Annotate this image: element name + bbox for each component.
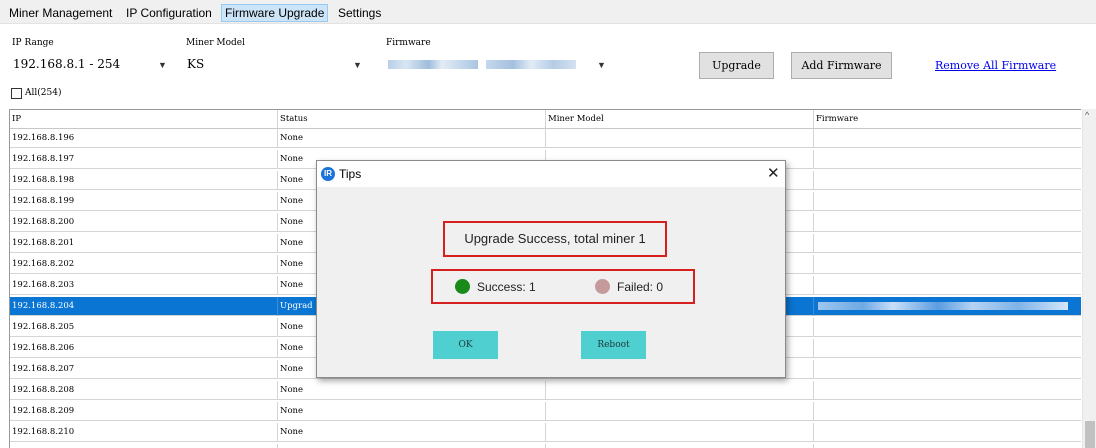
cell-ip: 192.168.8.202 <box>10 255 278 274</box>
close-icon[interactable]: ✕ <box>767 164 780 182</box>
app-icon: IR <box>321 167 335 181</box>
select-all-label: All(254) <box>25 88 62 98</box>
vertical-scrollbar[interactable]: ^ <box>1082 109 1096 448</box>
upgrade-message: Upgrade Success, total miner 1 <box>464 231 646 246</box>
chevron-down-icon: ▼ <box>158 60 167 70</box>
cell-firmware <box>814 255 1081 274</box>
table-row[interactable]: 192.168.8.210 None <box>10 423 1081 442</box>
cell-status: None <box>278 444 546 448</box>
dialog-title: Tips <box>339 167 362 181</box>
cell-status: None <box>278 129 546 148</box>
cell-ip: 192.168.8.199 <box>10 192 278 211</box>
ip-range-label: IP Range <box>12 38 54 48</box>
success-dot-icon <box>455 279 470 294</box>
cell-firmware <box>814 402 1081 421</box>
scroll-up-arrow-icon[interactable]: ^ <box>1085 110 1089 120</box>
ip-range-value: 192.168.8.1 - 254 <box>13 57 121 71</box>
cell-firmware <box>814 276 1081 295</box>
cell-firmware <box>814 171 1081 190</box>
scroll-thumb[interactable] <box>1085 421 1095 448</box>
cell-ip: 192.168.8.205 <box>10 318 278 337</box>
cell-firmware <box>814 444 1081 448</box>
select-all-checkbox[interactable] <box>11 88 22 99</box>
tab-ip-configuration[interactable]: IP Configuration <box>123 4 215 22</box>
chevron-down-icon: ▼ <box>597 60 606 70</box>
cell-firmware <box>814 213 1081 232</box>
cell-ip: 192.168.8.206 <box>10 339 278 358</box>
cell-status: None <box>278 402 546 421</box>
cell-firmware <box>814 360 1081 379</box>
reboot-button[interactable]: Reboot <box>581 331 646 359</box>
tips-dialog: IR Tips ✕ Upgrade Success, total miner 1… <box>316 160 786 378</box>
cell-ip: 192.168.8.201 <box>10 234 278 253</box>
cell-ip: 192.168.8.211 <box>10 444 278 448</box>
table-row[interactable]: 192.168.8.196 None <box>10 129 1081 148</box>
cell-ip: 192.168.8.207 <box>10 360 278 379</box>
upgrade-button[interactable]: Upgrade <box>699 52 774 79</box>
cell-miner-model <box>546 402 814 421</box>
cell-ip: 192.168.8.209 <box>10 402 278 421</box>
column-header-ip[interactable]: IP <box>10 110 278 129</box>
firmware-value-redacted <box>388 60 478 69</box>
cell-miner-model <box>546 381 814 400</box>
tab-settings[interactable]: Settings <box>335 4 384 22</box>
cell-firmware <box>814 129 1081 148</box>
tab-miner-management[interactable]: Miner Management <box>6 4 115 22</box>
dialog-title-bar: IR Tips ✕ <box>317 161 785 187</box>
cell-firmware <box>814 423 1081 442</box>
cell-firmware <box>814 381 1081 400</box>
cell-ip: 192.168.8.208 <box>10 381 278 400</box>
tab-firmware-upgrade[interactable]: Firmware Upgrade <box>221 4 329 22</box>
firmware-label: Firmware <box>386 38 431 48</box>
table-header: IP Status Miner Model Firmware <box>10 110 1081 129</box>
cell-firmware <box>814 318 1081 337</box>
cell-ip: 192.168.8.200 <box>10 213 278 232</box>
column-header-status[interactable]: Status <box>278 110 546 129</box>
cell-miner-model <box>546 129 814 148</box>
chevron-down-icon: ▼ <box>353 60 362 70</box>
table-row[interactable]: 192.168.8.211None <box>10 444 1081 448</box>
cell-ip: 192.168.8.198 <box>10 171 278 190</box>
firmware-value-redacted <box>818 302 1068 310</box>
column-header-miner-model[interactable]: Miner Model <box>546 110 814 129</box>
cell-firmware <box>814 234 1081 253</box>
table-row[interactable]: 192.168.8.208 None <box>10 381 1081 400</box>
miner-model-value: KS <box>187 57 205 71</box>
cell-firmware <box>814 192 1081 211</box>
menu-bar: Miner Management IP Configuration Firmwa… <box>0 0 1096 24</box>
cell-status: None <box>278 381 546 400</box>
success-count: Success: 1 <box>477 280 536 294</box>
cell-miner-model <box>546 423 814 442</box>
cell-firmware <box>814 339 1081 358</box>
ok-button[interactable]: OK <box>433 331 498 359</box>
cell-ip: 192.168.8.204 <box>10 297 278 316</box>
cell-ip: 192.168.8.197 <box>10 150 278 169</box>
add-firmware-button[interactable]: Add Firmware <box>791 52 892 79</box>
remove-all-firmware-link[interactable]: Remove All Firmware <box>935 59 1056 72</box>
cell-ip: 192.168.8.203 <box>10 276 278 295</box>
miner-model-label: Miner Model <box>186 38 245 48</box>
cell-firmware <box>814 150 1081 169</box>
cell-status: None <box>278 423 546 442</box>
table-row[interactable]: 192.168.8.209 None <box>10 402 1081 421</box>
cell-ip: 192.168.8.210 <box>10 423 278 442</box>
firmware-value-redacted <box>486 60 576 69</box>
message-highlight: Upgrade Success, total miner 1 <box>443 221 667 257</box>
cell-miner-model <box>546 444 814 448</box>
failed-dot-icon <box>595 279 610 294</box>
cell-ip: 192.168.8.196 <box>10 129 278 148</box>
column-header-firmware[interactable]: Firmware <box>814 110 1081 129</box>
result-highlight: Success: 1 Failed: 0 <box>431 269 695 304</box>
cell-firmware <box>814 297 1081 316</box>
failed-count: Failed: 0 <box>617 280 664 294</box>
